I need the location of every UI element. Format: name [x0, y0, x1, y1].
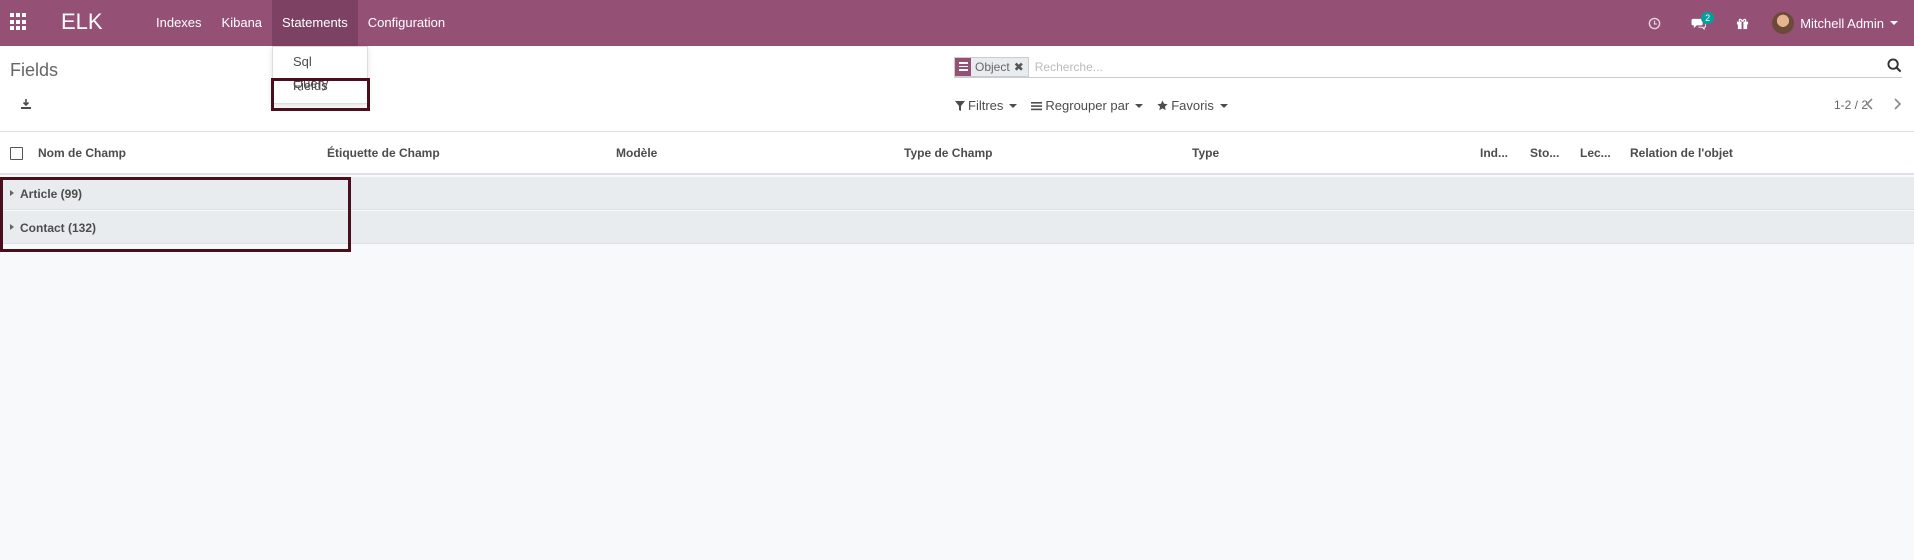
avatar: [1772, 12, 1795, 34]
top-navbar: ELK Indexes Kibana Statements Configurat…: [0, 0, 1914, 46]
group-label: Article (99): [20, 187, 83, 201]
apps-menu-icon[interactable]: [10, 13, 28, 31]
user-name: Mitchell Admin: [1800, 15, 1884, 31]
group-by-button[interactable]: Regrouper par: [1031, 98, 1144, 113]
select-all-checkbox[interactable]: [10, 147, 23, 160]
main-menu: Indexes Kibana Statements Configuration: [146, 0, 455, 46]
dropdown-item-sql-query[interactable]: Sql Query: [273, 51, 367, 91]
column-header-model[interactable]: Modèle: [616, 146, 657, 160]
group-by-icon: [955, 57, 971, 76]
activity-clock-icon[interactable]: [1632, 0, 1676, 46]
messages-badge: 2: [1701, 12, 1715, 24]
column-header-field-label[interactable]: Étiquette de Champ: [327, 146, 440, 160]
chevron-down-icon: [1890, 21, 1898, 25]
column-header-readonly[interactable]: Lec...: [1580, 146, 1611, 160]
download-icon[interactable]: [20, 98, 34, 112]
column-header-relation[interactable]: Relation de l'objet: [1630, 146, 1733, 160]
search-icon[interactable]: [1887, 58, 1902, 76]
user-menu[interactable]: Mitchell Admin: [1764, 0, 1914, 46]
filters-button[interactable]: Filtres: [955, 98, 1018, 113]
systray: 2 Mitchell Admin: [1632, 0, 1914, 46]
menu-indexes[interactable]: Indexes: [146, 0, 212, 46]
statements-dropdown: Sql Query Fields: [272, 46, 368, 104]
list-icon: [1031, 101, 1043, 110]
column-header-indexed[interactable]: Ind...: [1480, 146, 1508, 160]
messaging-icon[interactable]: 2: [1676, 0, 1720, 46]
dropdown-item-fields[interactable]: Fields: [273, 75, 367, 99]
group-by-label: Regrouper par: [1045, 98, 1130, 113]
menu-kibana[interactable]: Kibana: [212, 0, 272, 46]
app-brand[interactable]: ELK: [61, 9, 103, 35]
gift-icon[interactable]: [1720, 0, 1764, 46]
search-facet-label: Object: [975, 59, 1010, 74]
table-header: Nom de Champ Étiquette de Champ Modèle T…: [0, 132, 1914, 175]
column-header-type[interactable]: Type: [1192, 146, 1219, 160]
menu-configuration[interactable]: Configuration: [358, 0, 455, 46]
caret-right-icon: [10, 190, 14, 196]
pager-value[interactable]: 1-2 / 2: [1834, 98, 1868, 112]
star-icon: [1157, 100, 1168, 111]
remove-facet-icon[interactable]: ✖: [1014, 60, 1028, 74]
pager-previous-icon[interactable]: [1865, 98, 1874, 113]
menu-statements[interactable]: Statements: [272, 0, 358, 46]
pager-next-icon[interactable]: [1893, 98, 1902, 113]
group-label: Contact (132): [20, 221, 97, 235]
search-options: Filtres Regrouper par Favoris: [955, 98, 1228, 113]
page-title: Fields: [10, 60, 59, 80]
group-row[interactable]: Article (99): [0, 177, 1914, 210]
caret-right-icon: [10, 224, 14, 230]
group-row[interactable]: Contact (132): [0, 211, 1914, 244]
search-input[interactable]: [1034, 59, 1835, 74]
filters-label: Filtres: [968, 98, 1004, 113]
favorites-label: Favoris: [1171, 98, 1214, 113]
favorites-button[interactable]: Favoris: [1157, 98, 1228, 113]
column-header-stored[interactable]: Sto...: [1530, 146, 1559, 160]
filter-icon: [955, 100, 965, 111]
column-header-field-name[interactable]: Nom de Champ: [38, 146, 126, 160]
search-facet: Object ✖: [954, 56, 1029, 77]
search-bar: Object ✖: [954, 56, 1902, 78]
column-header-field-type[interactable]: Type de Champ: [904, 146, 992, 160]
